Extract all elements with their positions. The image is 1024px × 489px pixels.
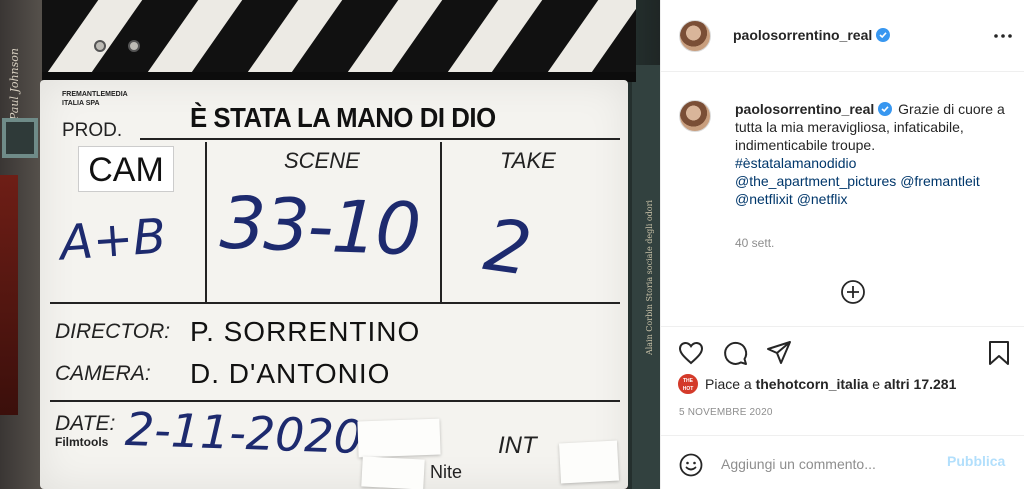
liker-username[interactable]: thehotcorn_italia — [756, 376, 869, 392]
slate-cam-value: A+B — [58, 208, 168, 272]
caption-mention[interactable]: @the_apartment_pictures — [735, 173, 896, 189]
slate-camera-label: CAMERA: — [55, 362, 151, 385]
caption-hashtag[interactable]: #èstatalamanodidio — [735, 155, 856, 171]
emoji-icon[interactable] — [679, 453, 703, 477]
share-icon[interactable] — [765, 339, 793, 367]
post-actions: THE HOT CORN Piace a thehotcorn_italia e… — [661, 326, 1024, 489]
slate-company: FREMANTLEMEDIA ITALIA SPA — [62, 91, 128, 107]
book-spine-text: Alain Corbin Storia sociale degli odori — [645, 200, 654, 356]
comment-bar: Pubblica — [661, 435, 1024, 489]
slate-title: È STATA LA MANO DI DIO — [190, 102, 496, 133]
background-jar — [0, 175, 18, 415]
slate-scene-value: 33-10 — [218, 180, 421, 272]
post-image[interactable]: Paul Johnson Alain Corbin Storia sociale… — [0, 0, 660, 489]
more-icon[interactable] — [991, 28, 1015, 44]
caption-mention[interactable]: @netflixit — [735, 191, 793, 207]
slate-take-value: 2 — [479, 202, 537, 292]
likes-text: Piace a thehotcorn_italia e altri 17.281 — [705, 376, 956, 392]
masking-tape — [361, 456, 425, 489]
verified-icon — [878, 102, 893, 116]
slate-director-label: DIRECTOR: — [55, 320, 171, 343]
comment-input[interactable] — [721, 453, 941, 475]
add-circle-icon[interactable] — [840, 279, 866, 305]
clapper-stick — [42, 0, 636, 72]
background-book-title: Paul Johnson — [8, 48, 21, 121]
heart-icon[interactable] — [677, 339, 705, 367]
author-username-header[interactable]: paolosorrentino_real — [733, 27, 891, 43]
caption-avatar[interactable] — [679, 100, 711, 132]
likes-others-count[interactable]: altri 17.281 — [884, 376, 956, 392]
slate-cam-label: CAM — [78, 146, 174, 192]
caption-mention[interactable]: @fremantleit — [900, 173, 980, 189]
slate-int-label: INT — [498, 432, 537, 459]
post-date[interactable]: 5 NOVEMBRE 2020 — [679, 407, 773, 418]
slate-director-value: P. SORRENTINO — [190, 316, 421, 347]
slate-date-value: 2-11-2020 — [124, 401, 364, 465]
slate-prod-label: PROD. — [62, 120, 123, 141]
slate-scene-label: SCENE — [284, 148, 360, 173]
slate-camera-value: D. D'ANTONIO — [190, 358, 391, 389]
slate-filmtools: Filmtools — [55, 435, 109, 449]
masking-tape — [357, 418, 441, 458]
liker-avatar-text: THE HOT CORN — [680, 378, 696, 400]
background-frame — [2, 118, 38, 158]
post-header: paolosorrentino_real — [661, 0, 1024, 72]
caption-time-ago[interactable]: 40 sett. — [735, 236, 774, 250]
verified-icon — [876, 28, 891, 42]
author-avatar[interactable] — [679, 20, 711, 52]
post-sidebar: paolosorrentino_real paolosorrentino_rea… — [660, 0, 1024, 489]
likes-prefix: Piace a — [705, 376, 756, 392]
caption-username[interactable]: paolosorrentino_real — [735, 101, 893, 117]
slate-date-label: DATE: — [55, 412, 116, 435]
slate-take-label: TAKE — [500, 148, 556, 173]
clapperboard-slate: FREMANTLEMEDIA ITALIA SPA PROD. È STATA … — [40, 80, 628, 489]
comment-icon[interactable] — [721, 339, 749, 367]
publish-button[interactable]: Pubblica — [947, 453, 1005, 469]
liker-avatar[interactable]: THE HOT CORN — [677, 373, 699, 400]
post-caption: paolosorrentino_real Grazie di cuore a t… — [735, 100, 1015, 208]
bookmark-icon[interactable] — [985, 339, 1013, 367]
likes-conjunction: e — [868, 376, 884, 392]
masking-tape — [558, 440, 620, 484]
slate-nite-label: Nite — [430, 462, 463, 482]
caption-mention[interactable]: @netflix — [797, 191, 848, 207]
